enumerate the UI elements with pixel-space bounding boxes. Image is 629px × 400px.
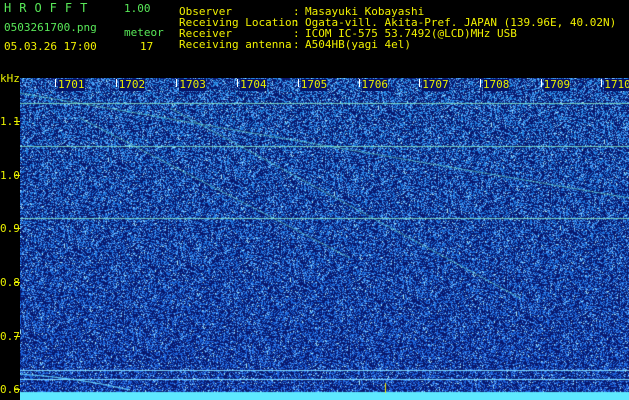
x-tick xyxy=(297,79,299,87)
y-tick xyxy=(14,389,20,391)
spectrogram-canvas xyxy=(20,78,629,400)
y-tick xyxy=(14,228,20,230)
x-tick-label: 1710 xyxy=(604,78,629,91)
x-tick xyxy=(55,79,56,87)
info-sep: : xyxy=(293,38,300,51)
date-time: 05.03.26 17:00 xyxy=(4,40,97,53)
meteor-label: meteor xyxy=(124,26,164,39)
x-tick-label: 1708 xyxy=(482,78,510,91)
x-tick xyxy=(115,79,117,87)
x-tick-label: 1709 xyxy=(543,78,571,91)
x-tick-label: 1707 xyxy=(422,78,449,91)
x-tick xyxy=(601,79,603,87)
file-name: 0503261700.png xyxy=(4,21,97,34)
meteor-count: 17 xyxy=(140,40,154,53)
x-tick-label: 1705 xyxy=(300,78,328,91)
app-version: 1.00 xyxy=(124,2,151,15)
y-tick xyxy=(14,120,20,122)
x-tick xyxy=(419,79,421,87)
x-tick xyxy=(358,79,360,87)
x-tick xyxy=(479,79,481,87)
app-brand: HROFFT xyxy=(4,1,96,15)
x-tick xyxy=(540,79,542,87)
y-tick xyxy=(14,174,20,176)
x-tick-label: 1704 xyxy=(240,78,267,91)
x-tick-label: 1706 xyxy=(361,78,388,91)
spectrogram-plot xyxy=(20,78,629,400)
y-axis-unit: kHz xyxy=(0,72,20,85)
info-key-antenna: Receiving antenna xyxy=(179,38,292,51)
x-tick-label: 1703 xyxy=(179,78,206,91)
y-tick xyxy=(14,335,20,337)
x-tick xyxy=(237,79,239,87)
x-tick-label: 1702 xyxy=(118,78,146,91)
x-tick-label: 1701 xyxy=(58,78,85,91)
x-tick xyxy=(176,79,178,87)
header-panel: HROFFT 1.00 0503261700.png meteor 05.03.… xyxy=(0,0,629,68)
y-tick xyxy=(14,281,20,283)
info-value-antenna: A504HB(yagi 4el) xyxy=(305,38,411,51)
